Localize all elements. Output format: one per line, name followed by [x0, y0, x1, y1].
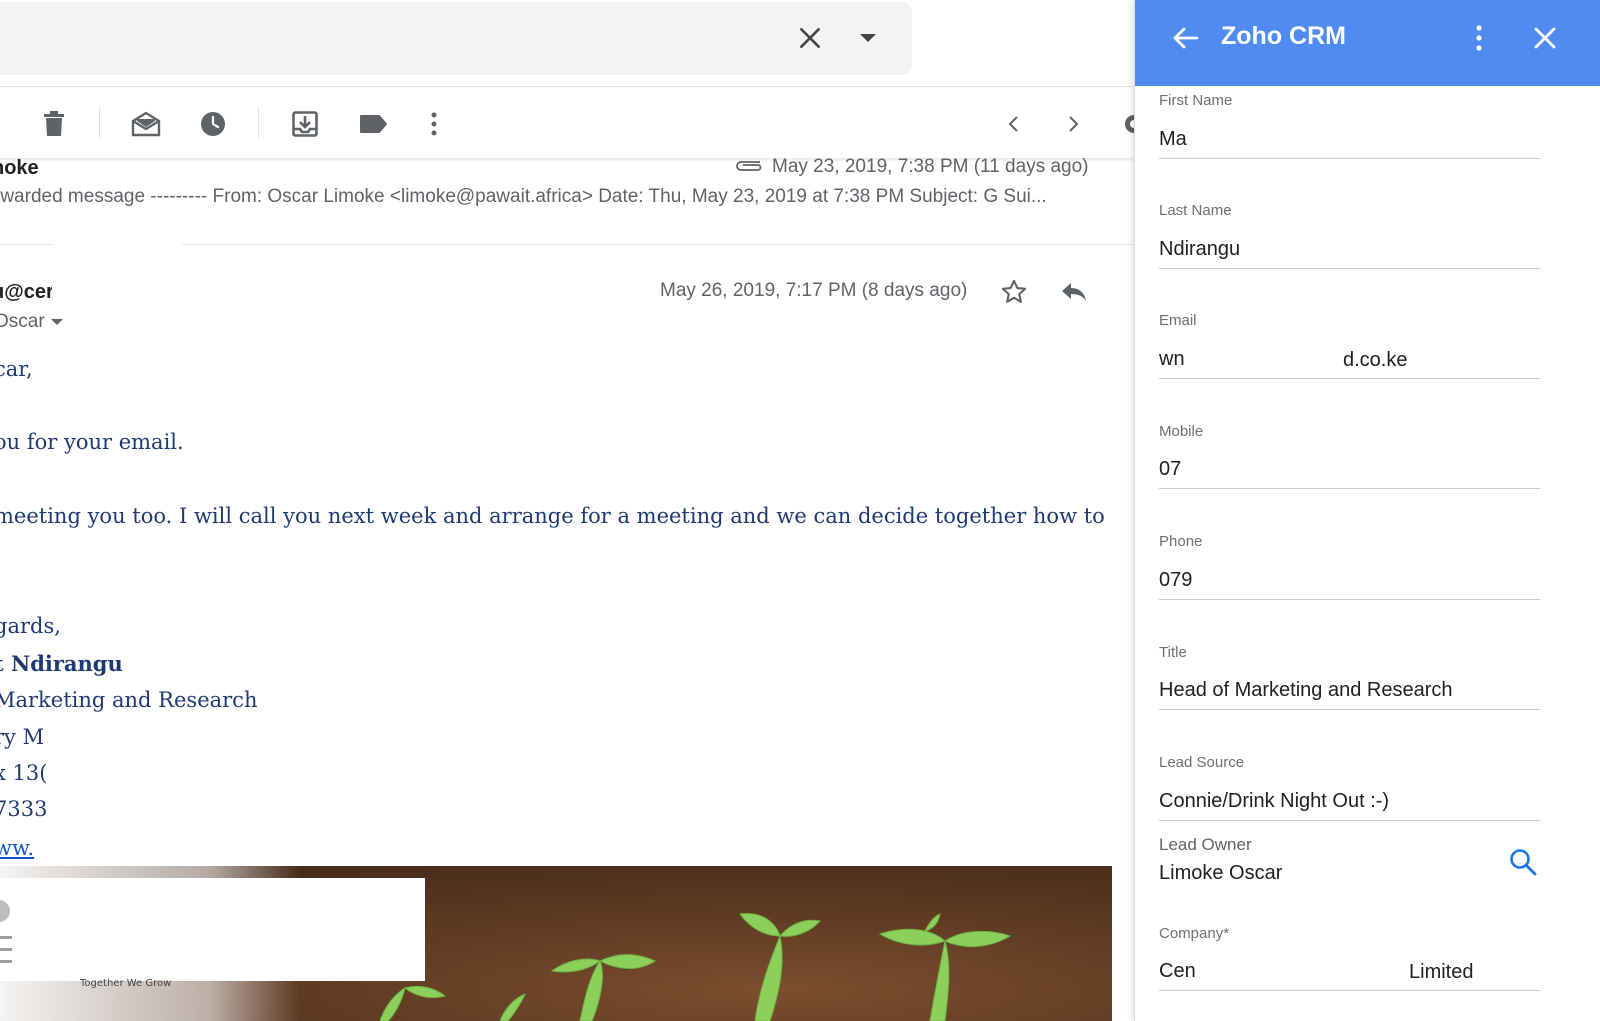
clock-icon	[201, 112, 225, 136]
logo-lines	[0, 936, 12, 972]
zoho-crm-panel: Zoho CRM First Name Last Name Email d.co…	[1134, 0, 1600, 1021]
arrow-left-icon	[1173, 27, 1199, 49]
message-body-line: meeting you too. I will call you next we…	[0, 504, 1105, 528]
signature-line: 7333	[0, 797, 48, 821]
signature-title: Marketing and Research	[0, 688, 258, 712]
signature-name: t Ndirangu	[0, 651, 123, 676]
message-body-line: car,	[0, 357, 33, 381]
chevron-left-icon	[1008, 116, 1018, 132]
panel-close-button[interactable]	[1525, 18, 1565, 58]
back-button[interactable]	[1165, 18, 1205, 58]
banner-logo-area	[0, 878, 425, 981]
recipient-name: Oscar	[0, 311, 45, 332]
lead-owner-label: Lead Owner	[1159, 835, 1252, 854]
labels-button[interactable]	[353, 104, 393, 144]
chevron-right-icon	[1069, 116, 1079, 132]
email-value-suffix: d.co.ke	[1343, 349, 1408, 371]
move-to-inbox-icon	[292, 111, 318, 137]
lead-source-input[interactable]	[1159, 783, 1540, 821]
toolbar-separator	[258, 108, 259, 138]
older-button[interactable]	[1054, 104, 1094, 144]
company-value-suffix: Limited	[1409, 961, 1474, 983]
caret-down-icon	[860, 34, 876, 42]
snooze-button[interactable]	[193, 104, 233, 144]
message-body-line: ou for your email.	[0, 430, 184, 454]
more-vert-icon	[431, 112, 437, 136]
message-date: May 23, 2019, 7:38 PM (11 days ago)	[772, 156, 1089, 177]
lead-owner-search-button[interactable]	[1503, 842, 1543, 882]
star-icon	[1001, 279, 1027, 303]
panel-more-button[interactable]	[1459, 18, 1499, 58]
message-date: May 26, 2019, 7:17 PM (8 days ago)	[660, 280, 968, 301]
newer-button[interactable]	[993, 104, 1033, 144]
mark-unread-button[interactable]	[126, 104, 166, 144]
star-button[interactable]	[994, 272, 1034, 312]
recipients-toggle[interactable]: Oscar	[0, 311, 63, 333]
caret-down-icon	[50, 318, 63, 325]
panel-title: Zoho CRM	[1221, 22, 1346, 50]
trash-icon	[44, 111, 64, 136]
move-to-button[interactable]	[285, 104, 325, 144]
search-icon	[1510, 849, 1537, 876]
company-label: Company*	[1159, 925, 1230, 942]
lead-owner-value[interactable]: Limoke Oscar	[1159, 862, 1282, 885]
more-actions-button[interactable]	[414, 104, 454, 144]
delete-button[interactable]	[34, 104, 74, 144]
toolbar-separator	[99, 108, 100, 138]
mobile-input[interactable]	[1159, 451, 1540, 489]
signature-line: ry M	[0, 725, 45, 749]
email-label: Email	[1159, 312, 1197, 329]
attachment-icon	[734, 158, 762, 177]
first-name-input[interactable]	[1159, 121, 1540, 159]
close-icon	[1534, 27, 1556, 49]
header-divider	[0, 86, 1135, 87]
first-name-label: First Name	[1159, 92, 1233, 109]
message-sender[interactable]: noke	[0, 157, 39, 180]
title-label: Title	[1159, 644, 1187, 661]
phone-input[interactable]	[1159, 562, 1540, 600]
lead-source-label: Lead Source	[1159, 754, 1245, 771]
mail-open-icon	[131, 111, 161, 137]
phone-label: Phone	[1159, 533, 1203, 550]
banner-tagline: Together We Grow	[80, 978, 172, 989]
signature-closing: gards,	[0, 614, 61, 638]
last-name-label: Last Name	[1159, 202, 1232, 219]
close-icon	[800, 28, 820, 48]
search-bar[interactable]	[0, 2, 912, 75]
reply-icon	[1062, 283, 1086, 301]
message-snippet[interactable]: rwarded message --------- From: Oscar Li…	[0, 186, 1135, 208]
signature-line: x 13(	[0, 761, 48, 785]
clear-search-button[interactable]	[790, 18, 830, 58]
search-options-button[interactable]	[848, 18, 888, 58]
last-name-input[interactable]	[1159, 231, 1540, 269]
label-icon	[360, 115, 387, 133]
more-vert-icon	[1476, 25, 1482, 51]
signature-link[interactable]: ww.	[0, 836, 34, 860]
message-sender[interactable]: u@cer	[0, 281, 52, 304]
reply-button[interactable]	[1054, 272, 1094, 312]
mobile-label: Mobile	[1159, 423, 1204, 440]
title-input[interactable]	[1159, 672, 1540, 710]
panel-header: Zoho CRM	[1135, 0, 1600, 86]
